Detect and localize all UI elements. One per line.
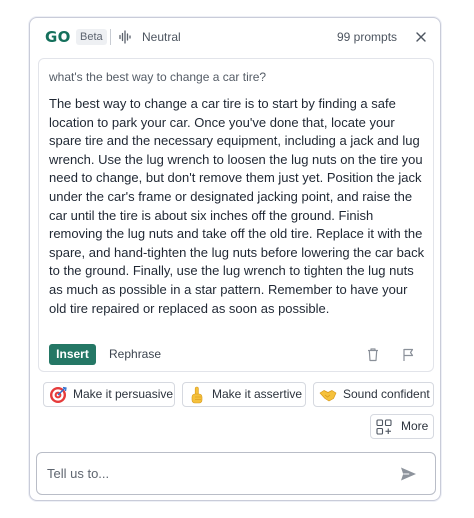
prompt-composer <box>36 452 436 495</box>
beta-badge: Beta <box>76 29 107 45</box>
send-icon[interactable] <box>400 466 417 482</box>
go-assistant-panel: GO Beta Neutral 99 prompts what's the be… <box>29 17 441 501</box>
more-label: More <box>401 419 429 433</box>
response-card: what's the best way to change a car tire… <box>38 58 434 372</box>
response-text: The best way to change a car tire is to … <box>49 96 425 316</box>
pointing-up-icon <box>191 386 203 404</box>
header-divider <box>110 29 111 45</box>
chip-label: Sound confident <box>343 387 430 401</box>
target-icon <box>50 386 67 403</box>
make-assertive-chip[interactable]: Make it assertive <box>182 382 306 407</box>
insert-button[interactable]: Insert <box>49 344 96 365</box>
prompt-question: what's the best way to change a car tire… <box>49 70 267 84</box>
trash-icon[interactable] <box>366 347 380 362</box>
waveform-icon <box>119 30 131 44</box>
rephrase-button[interactable]: Rephrase <box>109 344 161 365</box>
prompt-input[interactable] <box>47 461 387 486</box>
chip-label: Make it persuasive <box>73 387 174 401</box>
flag-icon[interactable] <box>401 347 415 362</box>
make-persuasive-chip[interactable]: Make it persuasive <box>43 382 175 407</box>
add-grid-icon <box>376 419 392 435</box>
chip-label: Make it assertive <box>212 387 303 401</box>
handshake-icon <box>319 390 337 402</box>
panel-header: GO Beta Neutral 99 prompts <box>30 18 440 56</box>
close-icon[interactable] <box>414 30 428 44</box>
prompts-count: 99 prompts <box>337 30 398 44</box>
more-button[interactable]: More <box>370 414 434 439</box>
go-logo: GO <box>45 28 71 46</box>
tone-label[interactable]: Neutral <box>142 30 181 44</box>
sound-confident-chip[interactable]: Sound confident <box>313 382 434 407</box>
